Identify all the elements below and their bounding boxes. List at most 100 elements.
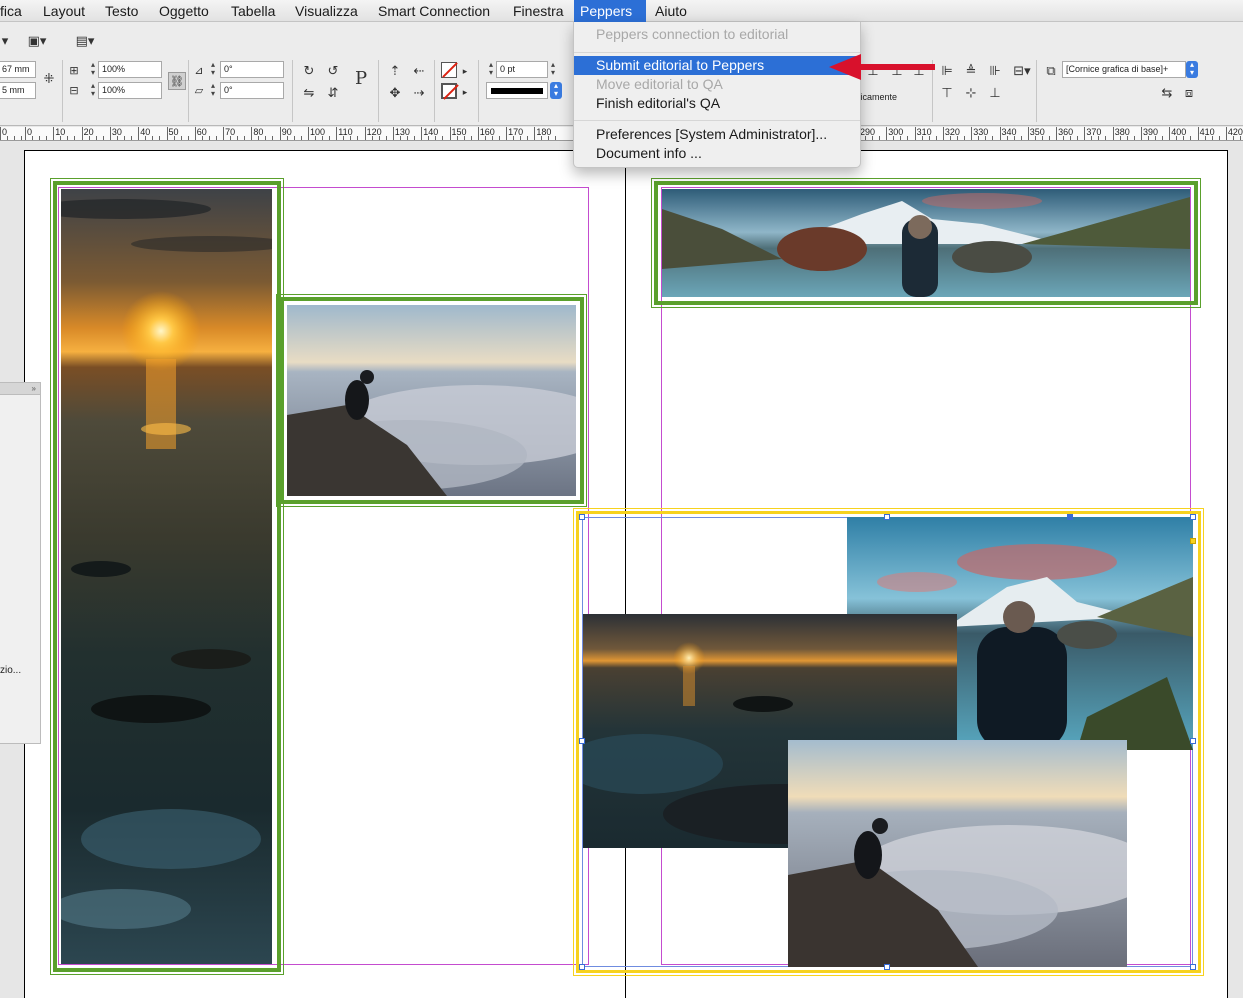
- banner-image[interactable]: [662, 189, 1190, 297]
- chevron-down-icon[interactable]: ▾: [0, 32, 16, 50]
- ruler-minor-tick: [949, 136, 951, 140]
- menu-tabella[interactable]: Tabella: [225, 0, 281, 22]
- view-options-icon[interactable]: ▤▾: [70, 32, 100, 50]
- menu-layout[interactable]: Layout: [37, 0, 91, 22]
- resize-handle[interactable]: [579, 514, 585, 520]
- ruler-minor-tick: [541, 136, 543, 140]
- rotate-field[interactable]: 0°: [220, 61, 284, 78]
- menu-testo[interactable]: Testo: [99, 0, 144, 22]
- stroke-type-field[interactable]: [486, 82, 548, 99]
- menu-modifica[interactable]: fica: [0, 0, 28, 22]
- paragraph-icon[interactable]: P: [348, 70, 374, 88]
- menu-oggetto[interactable]: Oggetto: [153, 0, 215, 22]
- ruler-minor-tick: [1013, 136, 1015, 140]
- link-scale-icon[interactable]: ⛓: [168, 72, 186, 90]
- ruler-minor-tick: [46, 136, 47, 140]
- rotate-cw-icon[interactable]: ↻: [298, 62, 320, 80]
- ruler-tick: [506, 127, 508, 140]
- align-right-icon[interactable]: ⊪: [984, 62, 1006, 80]
- stroke-swatch-none[interactable]: [441, 83, 457, 99]
- ruler-minor-tick: [21, 136, 22, 140]
- scale-x-stepper[interactable]: ▴ ▾: [88, 61, 98, 78]
- resize-handle[interactable]: [579, 964, 585, 970]
- ruler-tick: [223, 127, 225, 140]
- resize-handle[interactable]: [1190, 514, 1196, 520]
- menu-visualizza[interactable]: Visualizza: [289, 0, 364, 22]
- panel-label: zio...: [0, 665, 22, 676]
- align-center-icon[interactable]: ≜: [960, 62, 982, 80]
- ruler-minor-tick: [180, 136, 182, 140]
- y-position-field[interactable]: 5 mm: [0, 82, 36, 99]
- flip-horizontal-icon[interactable]: ⇋: [298, 84, 320, 102]
- align-middle-icon[interactable]: ⊹: [960, 84, 982, 102]
- object-style-dropdown[interactable]: ▴ ▾: [1186, 61, 1198, 78]
- out-port-handle[interactable]: [1190, 538, 1196, 544]
- ruler-minor-tick: [406, 136, 408, 140]
- fill-dropdown-icon[interactable]: ▸: [458, 62, 472, 80]
- sunset-image[interactable]: [61, 189, 272, 964]
- ruler-minor-tick: [378, 136, 380, 140]
- reference-point-icon[interactable]: ⁜: [38, 70, 60, 88]
- scale-x-field[interactable]: 100%: [98, 61, 162, 78]
- resize-handle[interactable]: [884, 964, 890, 970]
- select-container-icon[interactable]: ⇡: [384, 62, 406, 80]
- align-bottom-icon[interactable]: ⊥: [984, 84, 1006, 102]
- menu-item-finish-qa[interactable]: Finish editorial's QA: [574, 94, 860, 113]
- menu-item-document-info[interactable]: Document info ...: [574, 144, 860, 163]
- scale-y-field[interactable]: 100%: [98, 82, 162, 99]
- collage-clouds-image[interactable]: [788, 740, 1127, 967]
- screen-mode-icon[interactable]: ▣▾: [22, 32, 52, 50]
- ruler-minor-tick: [513, 136, 515, 140]
- clear-overrides-icon[interactable]: ⇆: [1156, 84, 1178, 102]
- flip-vertical-icon[interactable]: ⇵: [322, 84, 344, 102]
- stroke-dropdown-icon[interactable]: ▸: [458, 83, 472, 101]
- ruler-tick: [1056, 127, 1058, 140]
- collapsed-panel[interactable]: » zio...: [0, 382, 41, 744]
- menu-aiuto[interactable]: Aiuto: [649, 0, 693, 22]
- stroke-weight-dropdown[interactable]: ▴ ▾: [548, 61, 558, 78]
- object-style-icon[interactable]: ⧉: [1040, 62, 1062, 80]
- rotate-stepper[interactable]: ▴ ▾: [208, 61, 218, 78]
- select-next-icon[interactable]: ⇢: [408, 84, 430, 102]
- resize-handle[interactable]: [1190, 738, 1196, 744]
- ruler-minor-tick: [1048, 136, 1050, 140]
- panel-expand-icon[interactable]: »: [0, 383, 40, 395]
- stroke-type-dropdown[interactable]: ▴ ▾: [550, 82, 562, 99]
- resize-handle[interactable]: [1067, 514, 1073, 520]
- ruler-minor-tick: [201, 136, 203, 140]
- ruler-minor-tick: [456, 136, 458, 140]
- ruler-tick: [364, 127, 366, 140]
- shear-field[interactable]: 0°: [220, 82, 284, 99]
- menu-smart-connection[interactable]: Smart Connection: [372, 0, 496, 22]
- align-left-icon[interactable]: ⊫: [936, 62, 958, 80]
- stroke-weight-stepper[interactable]: ▴ ▾: [486, 61, 496, 78]
- x-position-field[interactable]: 67 mm: [0, 61, 36, 78]
- align-top-icon[interactable]: ⊤: [936, 84, 958, 102]
- rotate-ccw-icon[interactable]: ↺: [322, 62, 344, 80]
- auto-fit-label: ticamente: [858, 92, 898, 102]
- ruler-tick: [194, 127, 196, 140]
- scale-x-icon: ⊞: [69, 65, 79, 77]
- fill-swatch-none[interactable]: [441, 62, 457, 78]
- select-previous-icon[interactable]: ⇠: [408, 62, 430, 80]
- distribute-icon[interactable]: ⊟▾: [1008, 62, 1036, 80]
- menu-finestra[interactable]: Finestra: [507, 0, 570, 22]
- stroke-weight-field[interactable]: 0 pt: [496, 61, 548, 78]
- resize-handle[interactable]: [579, 738, 585, 744]
- resize-handle[interactable]: [884, 514, 890, 520]
- shear-stepper[interactable]: ▴ ▾: [208, 82, 218, 99]
- redefine-style-icon[interactable]: ⧈: [1178, 84, 1200, 102]
- menu-peppers[interactable]: Peppers: [574, 0, 646, 22]
- ruler-minor-tick: [67, 136, 69, 140]
- select-content-icon[interactable]: ✥: [384, 84, 406, 102]
- object-style-select[interactable]: [Cornice grafica di base]+: [1062, 61, 1186, 78]
- menu-item-submit-editorial[interactable]: Submit editorial to Peppers: [574, 56, 860, 75]
- menu-item-preferences[interactable]: Preferences [System Administrator]...: [574, 125, 860, 144]
- resize-handle[interactable]: [1190, 964, 1196, 970]
- scale-y-stepper[interactable]: ▴ ▾: [88, 82, 98, 99]
- clouds-image[interactable]: [287, 305, 576, 496]
- ruler-minor-tick: [520, 136, 522, 140]
- ruler-minor-tick: [208, 136, 210, 140]
- ruler-minor-tick: [935, 136, 937, 140]
- ruler-minor-tick: [1155, 136, 1156, 140]
